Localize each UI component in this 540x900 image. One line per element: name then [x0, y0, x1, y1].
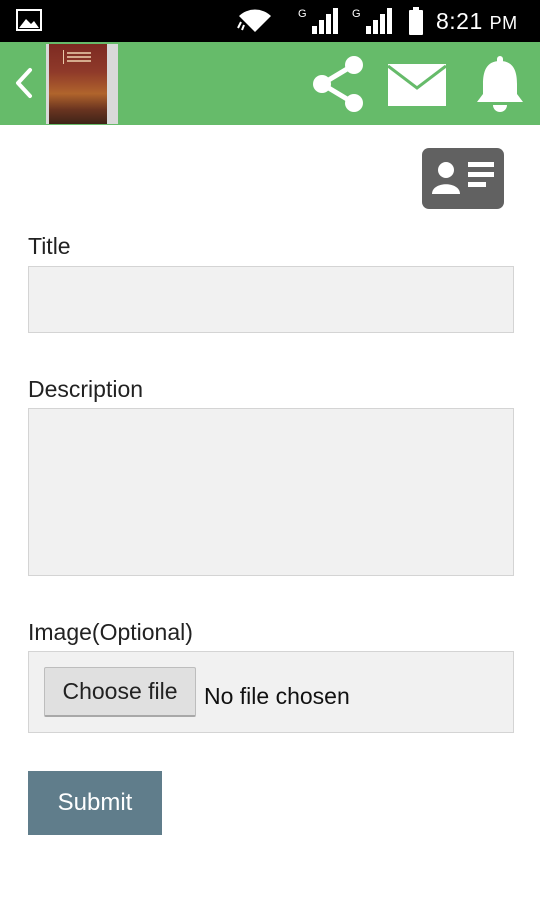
network-type-label: G — [298, 8, 307, 20]
time-value: 8:21 — [436, 8, 483, 34]
gallery-icon — [16, 9, 42, 31]
image-label: Image(Optional) — [28, 619, 193, 645]
app-bar — [0, 42, 540, 125]
submit-button[interactable]: Submit — [28, 771, 162, 835]
title-label: Title — [28, 233, 71, 259]
status-time: 8:21 PM — [436, 8, 518, 35]
file-status-text: No file chosen — [204, 683, 350, 709]
share-icon[interactable] — [308, 54, 368, 114]
description-textarea[interactable] — [28, 408, 514, 576]
contact-card-button[interactable] — [422, 148, 504, 209]
title-input[interactable] — [28, 266, 514, 333]
choose-file-button[interactable]: Choose file — [44, 667, 196, 717]
time-ampm: PM — [489, 13, 518, 33]
network-type-label: G — [352, 8, 361, 20]
signal-icon: G — [352, 8, 392, 34]
mail-icon[interactable] — [388, 64, 446, 106]
book-cover-image — [49, 44, 107, 124]
description-label: Description — [28, 376, 144, 402]
back-icon[interactable] — [8, 62, 40, 104]
image-file-input[interactable]: Choose file No file chosen — [28, 651, 514, 733]
wifi-icon — [237, 9, 271, 32]
signal-icon: G — [298, 8, 338, 34]
bell-icon[interactable] — [474, 56, 526, 112]
contact-card-icon — [432, 162, 494, 194]
book-cover-thumbnail[interactable] — [46, 44, 118, 124]
battery-icon — [409, 7, 423, 35]
status-bar: G G 8:21 PM — [0, 0, 540, 42]
